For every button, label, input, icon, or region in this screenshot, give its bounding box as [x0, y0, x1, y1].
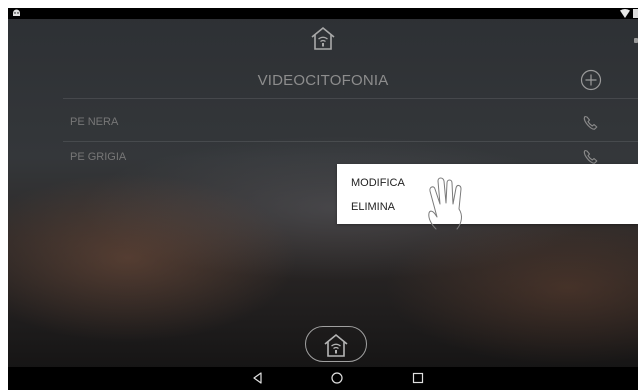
divider — [63, 141, 638, 142]
list-item-label: PE GRIGIA — [70, 151, 127, 163]
navigation-bar — [8, 367, 638, 390]
plus-circle-icon[interactable] — [580, 69, 602, 91]
menu-item-modifica[interactable]: MODIFICA — [351, 177, 405, 189]
recents-icon[interactable] — [411, 371, 425, 385]
status-bar — [8, 8, 638, 19]
divider — [63, 98, 638, 99]
home-wifi-icon — [324, 333, 348, 357]
back-icon[interactable] — [251, 371, 265, 385]
phone-icon[interactable] — [582, 114, 600, 132]
home-button[interactable] — [305, 326, 367, 362]
home-wifi-icon[interactable] — [309, 25, 337, 51]
list-item-label: PE NERA — [70, 116, 119, 128]
wifi-icon — [620, 9, 630, 18]
context-menu: MODIFICA ELIMINA — [337, 164, 638, 224]
battery-icon — [633, 9, 638, 18]
tablet-screen: VIDEOCITOFONIA PE NERA PE GRIGIA MODIFIC… — [8, 8, 638, 390]
menu-item-elimina[interactable]: ELIMINA — [351, 201, 395, 213]
page-title: VIDEOCITOFONIA — [257, 72, 389, 89]
scroll-indicator — [634, 38, 638, 43]
android-icon — [13, 9, 20, 16]
hand-pointer-icon — [428, 177, 462, 230]
home-icon[interactable] — [330, 371, 344, 385]
